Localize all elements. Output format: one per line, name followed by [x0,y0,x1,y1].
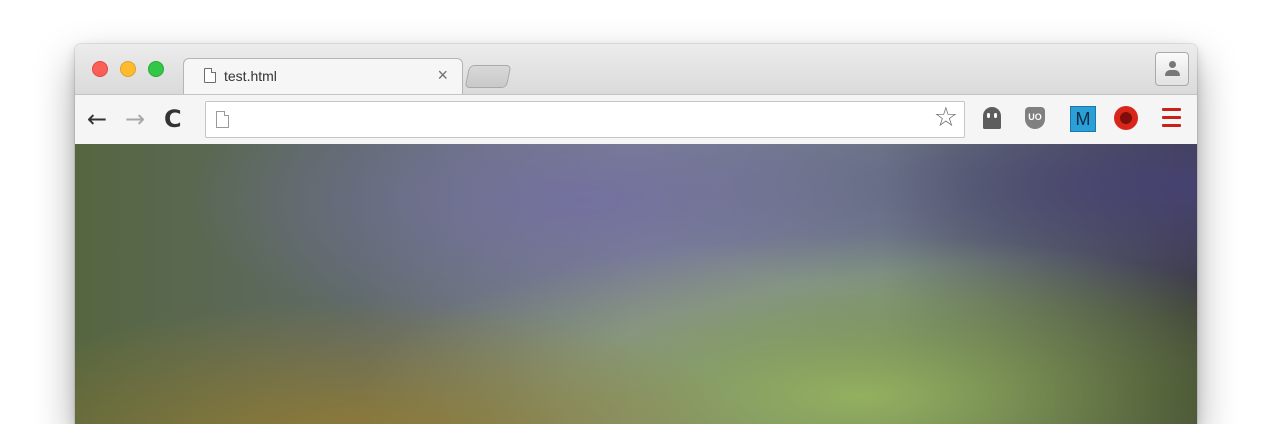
red-circle-extension-icon[interactable] [1114,106,1138,130]
reload-button[interactable]: C [164,105,182,133]
page-icon [216,111,229,128]
title-bar: test.html × [75,44,1197,97]
web-content-area[interactable] [75,144,1197,424]
forward-button[interactable]: → [125,105,145,133]
menu-line [1162,116,1181,119]
page-icon [204,68,216,83]
menu-line [1162,108,1181,111]
address-bar[interactable]: ☆ [205,101,965,138]
minimize-window-button[interactable] [120,61,136,77]
menu-line [1162,124,1181,127]
star-icon[interactable]: ☆ [934,103,958,133]
person-icon-body [1165,70,1180,76]
tab-content: test.html × [184,59,462,97]
shield-label: UO [1028,112,1042,122]
close-window-button[interactable] [92,61,108,77]
zoom-window-button[interactable] [148,61,164,77]
ublock-shield-icon[interactable]: UO [1025,107,1045,129]
back-button[interactable]: ← [87,105,107,133]
profile-button[interactable] [1155,52,1189,86]
person-icon [1169,61,1176,68]
browser-toolbar: ← → C ☆ UO M [75,94,1197,146]
ghost-icon[interactable] [983,107,1001,129]
new-tab-button[interactable] [464,65,512,88]
tab-title: test.html [224,68,277,84]
browser-window: test.html × ← → C ☆ UO M [75,44,1197,424]
close-tab-button[interactable]: × [437,65,448,85]
hamburger-menu-icon[interactable] [1162,108,1181,128]
m-extension-icon[interactable]: M [1070,106,1096,132]
tab-test-html[interactable]: test.html × [183,58,463,97]
m-extension-label: M [1075,109,1091,129]
